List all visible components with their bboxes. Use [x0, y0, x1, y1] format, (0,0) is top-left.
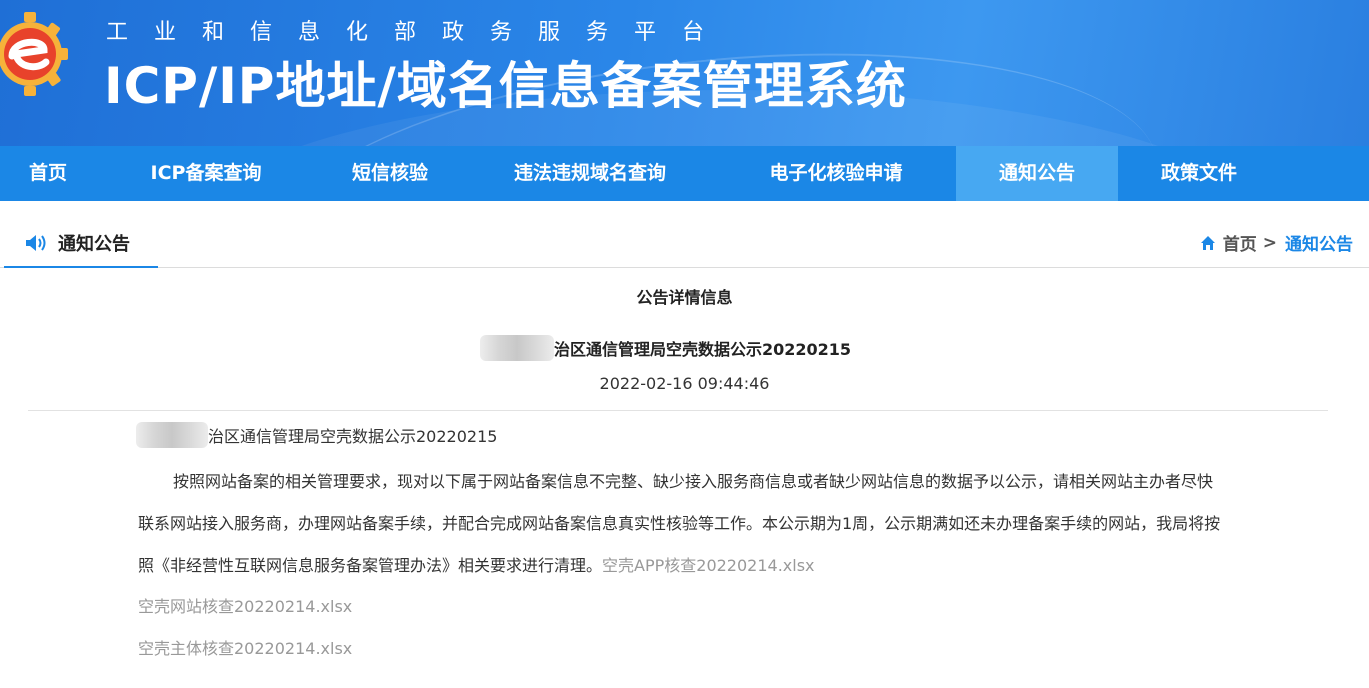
- nav-item-sms-verify[interactable]: 短信核验: [316, 146, 464, 201]
- nav-item-policy[interactable]: 政策文件: [1118, 146, 1280, 201]
- attachment-link-entity[interactable]: 空壳主体核查20220214.xlsx: [138, 635, 352, 659]
- body-title-text: 治区通信管理局空壳数据公示20220215: [208, 427, 498, 446]
- attachment-link-website[interactable]: 空壳网站核查20220214.xlsx: [138, 593, 352, 617]
- divider: [28, 410, 1328, 411]
- article-title: 治区通信管理局空壳数据公示20220215: [480, 334, 851, 362]
- attachment-link-app[interactable]: 空壳APP核查20220214.xlsx: [602, 556, 815, 575]
- header-banner: 工业和信息化部政务服务平台 ICP/IP地址/域名信息备案管理系统: [0, 0, 1369, 146]
- breadcrumb-home[interactable]: 首页: [1223, 230, 1257, 255]
- section-title: 通知公告: [58, 234, 130, 255]
- main-nav: 首页 ICP备案查询 短信核验 违法违规域名查询 电子化核验申请 通知公告 政策…: [0, 146, 1369, 201]
- section-header: 通知公告 首页 > 通知公告: [0, 201, 1369, 268]
- body-title-line: 治区通信管理局空壳数据公示20220215: [136, 421, 497, 449]
- nav-item-notices[interactable]: 通知公告: [956, 146, 1118, 201]
- article-title-text: 治区通信管理局空壳数据公示20220215: [554, 340, 852, 359]
- header-subtitle: 工业和信息化部政务服务平台: [106, 20, 731, 45]
- redacted-text: [480, 335, 554, 361]
- breadcrumb-current[interactable]: 通知公告: [1285, 230, 1353, 255]
- nav-item-home[interactable]: 首页: [0, 146, 96, 201]
- nav-item-e-verify[interactable]: 电子化核验申请: [716, 146, 956, 201]
- speaker-icon: [26, 235, 46, 251]
- header-title: ICP/IP地址/域名信息备案管理系统: [104, 57, 907, 115]
- article-date: 2022-02-16 09:44:46: [599, 374, 770, 393]
- section-tab: 通知公告: [4, 223, 158, 268]
- redacted-text: [136, 422, 208, 448]
- e-logo-icon: [0, 12, 68, 96]
- nav-item-illegal-domain[interactable]: 违法违规域名查询: [464, 146, 716, 201]
- detail-heading: 公告详情信息: [636, 288, 733, 307]
- home-icon: [1200, 235, 1215, 250]
- nav-item-icp-query[interactable]: ICP备案查询: [96, 146, 316, 201]
- breadcrumb: 首页 > 通知公告: [1200, 230, 1353, 255]
- notice-paragraph: 按照网站备案的相关管理要求，现对以下属于网站备案信息不完整、缺少接入服务商信息或…: [138, 461, 1228, 587]
- breadcrumb-separator: >: [1262, 232, 1277, 253]
